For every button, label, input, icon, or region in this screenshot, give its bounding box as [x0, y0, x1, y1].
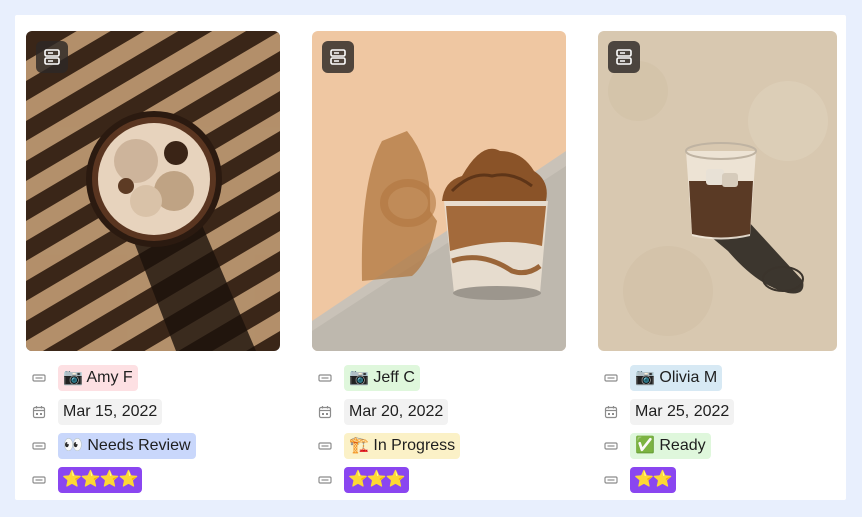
database-card-icon[interactable]	[322, 41, 354, 73]
card-cover-image[interactable]	[598, 31, 837, 351]
select-property-icon	[318, 439, 332, 453]
status-tag[interactable]: ✅ Ready	[630, 433, 711, 459]
card-cover-image[interactable]	[312, 31, 566, 351]
gallery-card[interactable]: 📷 Amy F Mar 15, 2022 👀 Needs Review ⭐⭐⭐⭐	[26, 31, 280, 497]
gallery-card[interactable]: 📷 Olivia M Mar 25, 2022 ✅ Ready ⭐⭐	[598, 31, 837, 497]
photographer-tag[interactable]: 📷 Jeff C	[344, 365, 420, 391]
select-property-icon	[32, 473, 46, 487]
date-value[interactable]: Mar 25, 2022	[630, 399, 735, 425]
select-property-icon	[604, 439, 618, 453]
database-card-icon[interactable]	[608, 41, 640, 73]
card-cover-image[interactable]	[26, 31, 280, 351]
rating-tag[interactable]: ⭐⭐⭐⭐	[58, 467, 142, 493]
photographer-tag[interactable]: 📷 Olivia M	[630, 365, 723, 391]
database-card-icon[interactable]	[36, 41, 68, 73]
card-properties: 📷 Olivia M Mar 25, 2022 ✅ Ready ⭐⭐	[598, 361, 837, 497]
text-property-icon	[318, 371, 332, 385]
property-date: Mar 25, 2022	[598, 395, 837, 429]
text-property-icon	[604, 371, 618, 385]
select-property-icon	[32, 439, 46, 453]
text-property-icon	[32, 371, 46, 385]
iced-latte-photo	[598, 31, 837, 351]
card-properties: 📷 Amy F Mar 15, 2022 👀 Needs Review ⭐⭐⭐⭐	[26, 361, 280, 497]
calendar-icon	[604, 405, 618, 419]
property-photographer: 📷 Amy F	[26, 361, 280, 395]
iced-coffee-photo	[26, 31, 280, 351]
property-date: Mar 20, 2022	[312, 395, 566, 429]
status-tag[interactable]: 👀 Needs Review	[58, 433, 196, 459]
property-photographer: 📷 Olivia M	[598, 361, 837, 395]
calendar-icon	[318, 405, 332, 419]
property-status: ✅ Ready	[598, 429, 837, 463]
dalgona-coffee-photo	[312, 31, 566, 351]
property-rating: ⭐⭐	[598, 463, 837, 497]
photographer-tag[interactable]: 📷 Amy F	[58, 365, 138, 391]
property-rating: ⭐⭐⭐⭐	[26, 463, 280, 497]
select-property-icon	[604, 473, 618, 487]
property-status: 👀 Needs Review	[26, 429, 280, 463]
gallery-panel: 📷 Amy F Mar 15, 2022 👀 Needs Review ⭐⭐⭐⭐	[15, 15, 846, 500]
rating-tag[interactable]: ⭐⭐⭐	[344, 467, 409, 493]
date-value[interactable]: Mar 15, 2022	[58, 399, 163, 425]
card-properties: 📷 Jeff C Mar 20, 2022 🏗️ In Progress ⭐⭐⭐	[312, 361, 566, 497]
property-status: 🏗️ In Progress	[312, 429, 566, 463]
rating-tag[interactable]: ⭐⭐	[630, 467, 676, 493]
select-property-icon	[318, 473, 332, 487]
property-rating: ⭐⭐⭐	[312, 463, 566, 497]
calendar-icon	[32, 405, 46, 419]
status-tag[interactable]: 🏗️ In Progress	[344, 433, 461, 459]
gallery-card[interactable]: 📷 Jeff C Mar 20, 2022 🏗️ In Progress ⭐⭐⭐	[312, 31, 566, 497]
property-date: Mar 15, 2022	[26, 395, 280, 429]
property-photographer: 📷 Jeff C	[312, 361, 566, 395]
date-value[interactable]: Mar 20, 2022	[344, 399, 449, 425]
